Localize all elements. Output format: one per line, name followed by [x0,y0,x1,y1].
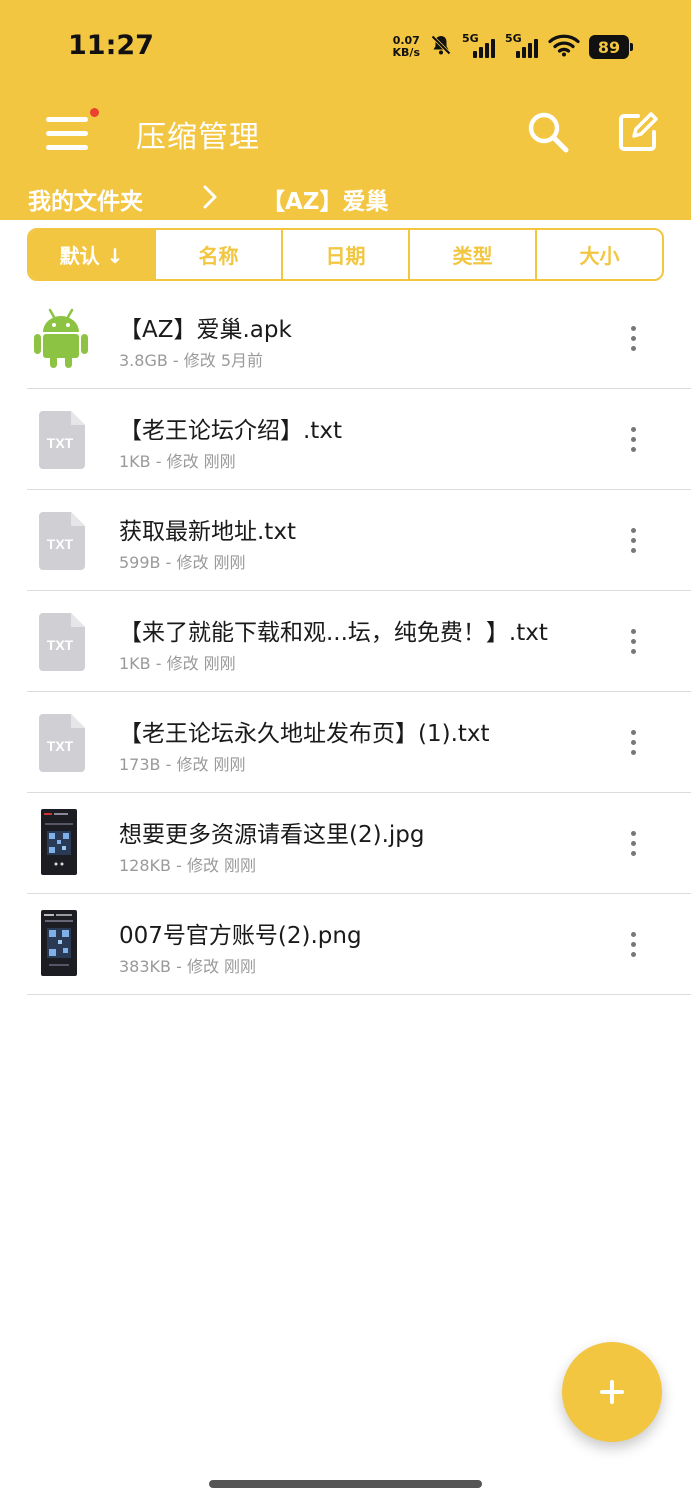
sort-tabs: 默认 ↓ 名称 日期 类型 大小 [27,228,664,281]
more-options-button[interactable] [623,930,643,960]
home-indicator[interactable] [209,1480,482,1488]
file-list: 【AZ】爱巢.apk 3.8GB - 修改 5月前 TXT 【老王论坛介绍】.t… [0,288,691,995]
txt-icon-label: TXT [47,637,74,653]
file-row[interactable]: TXT 【来了就能下载和观...坛，纯免费！】.txt 1KB - 修改 刚刚 [27,591,691,692]
more-options-button[interactable] [623,728,643,758]
image-thumbnail [41,809,77,875]
file-meta: 383KB - 修改 刚刚 [119,957,257,976]
toolbar: 压缩管理 [0,96,691,168]
bell-muted-icon [429,33,453,61]
edit-icon [619,112,658,151]
file-meta: 1KB - 修改 刚刚 [119,452,236,471]
status-time: 11:27 [68,30,154,61]
wifi-icon [548,33,580,61]
file-meta: 3.8GB - 修改 5月前 [119,351,264,370]
txt-file-icon: TXT [39,411,85,469]
battery-icon: 89 [589,35,633,59]
more-options-button[interactable] [623,829,643,859]
chevron-right-icon [198,182,222,216]
txt-icon-label: TXT [47,536,74,552]
file-name: 【AZ】爱巢.apk [119,317,292,343]
file-name: 想要更多资源请看这里(2).jpg [119,822,425,848]
notification-dot [90,108,99,117]
signal-sim2-icon: 5G [505,32,539,60]
sort-tab-size[interactable]: 大小 [535,230,662,279]
txt-icon-label: TXT [47,435,74,451]
file-row[interactable]: 【AZ】爱巢.apk 3.8GB - 修改 5月前 [27,288,691,389]
status-bar: 11:27 0.07 KB/s 5G 5G 89 [0,0,691,96]
file-meta: 1KB - 修改 刚刚 [119,654,236,673]
txt-file-icon: TXT [39,512,85,570]
breadcrumb-root[interactable]: 我的文件夹 [28,182,143,216]
sort-tab-type[interactable]: 类型 [408,230,535,279]
sort-tab-name[interactable]: 名称 [154,230,281,279]
image-thumbnail [41,910,77,976]
file-meta: 128KB - 修改 刚刚 [119,856,257,875]
search-button[interactable] [524,108,572,156]
add-button[interactable] [562,1342,662,1442]
file-meta: 173B - 修改 刚刚 [119,755,246,774]
file-name: 获取最新地址.txt [119,519,296,545]
file-meta: 599B - 修改 刚刚 [119,553,246,572]
network-speed: 0.07 KB/s [393,35,420,59]
sort-tab-date[interactable]: 日期 [281,230,408,279]
search-icon [528,112,569,153]
breadcrumb: 我的文件夹 【AZ】爱巢 [0,176,691,220]
more-options-button[interactable] [623,627,643,657]
breadcrumb-current: 【AZ】爱巢 [262,189,389,215]
file-name: 【来了就能下载和观...坛，纯免费！】.txt [119,620,548,646]
edit-button[interactable] [614,108,662,156]
file-name: 【老王论坛介绍】.txt [119,418,342,444]
page-title: 压缩管理 [136,120,260,155]
menu-button[interactable] [42,106,99,158]
sort-tab-default[interactable]: 默认 ↓ [29,230,154,279]
signal-sim1-icon: 5G [462,32,496,60]
more-options-button[interactable] [623,425,643,455]
more-options-button[interactable] [623,324,643,354]
app-header: 11:27 0.07 KB/s 5G 5G 89 压缩管理 我的文件夹 【AZ】… [0,0,691,220]
file-row[interactable]: 想要更多资源请看这里(2).jpg 128KB - 修改 刚刚 [27,793,691,894]
txt-icon-label: TXT [47,738,74,754]
more-options-button[interactable] [623,526,643,556]
txt-file-icon: TXT [39,613,85,671]
file-name: 007号官方账号(2).png [119,923,362,949]
file-row[interactable]: TXT 【老王论坛永久地址发布页】(1).txt 173B - 修改 刚刚 [27,692,691,793]
network-speed-unit: KB/s [392,46,420,59]
txt-file-icon: TXT [39,714,85,772]
android-icon [34,308,88,368]
file-row[interactable]: TXT 【老王论坛介绍】.txt 1KB - 修改 刚刚 [27,389,691,490]
file-row[interactable]: 007号官方账号(2).png 383KB - 修改 刚刚 [27,894,691,995]
file-name: 【老王论坛永久地址发布页】(1).txt [119,721,490,747]
file-row[interactable]: TXT 获取最新地址.txt 599B - 修改 刚刚 [27,490,691,591]
status-icons: 0.07 KB/s 5G 5G 89 [393,32,633,62]
